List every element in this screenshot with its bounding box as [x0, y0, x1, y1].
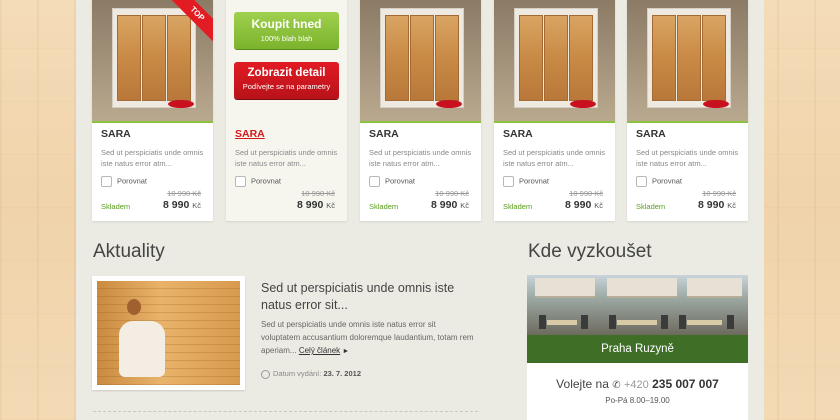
compare-checkbox[interactable]: Porovnat: [235, 176, 281, 187]
stock-status: Skladem: [369, 202, 399, 211]
date-label: Datum vydání:: [273, 369, 322, 378]
product-description: Sed ut perspiciatis unde omnis iste natu…: [235, 148, 338, 168]
product-image[interactable]: [494, 0, 615, 123]
show-detail-sublabel: Podívejte se na parametry: [242, 82, 331, 91]
checkbox-icon[interactable]: [636, 176, 647, 187]
checkbox-icon[interactable]: [503, 176, 514, 187]
location-image[interactable]: [527, 275, 748, 335]
product-image[interactable]: [360, 0, 481, 123]
news-date: Datum vydání: 23. 7. 2012: [261, 369, 361, 379]
compare-label: Porovnat: [652, 176, 683, 186]
phone-prefix: +420: [623, 379, 649, 391]
buy-now-sublabel: 100% blah blah: [260, 34, 313, 43]
news-excerpt-text: Sed ut perspiciatis unde omnis iste natu…: [261, 320, 474, 355]
old-price: 10 990 Kč: [435, 189, 469, 198]
compare-label: Porovnat: [117, 176, 148, 186]
product-card[interactable]: SARA Sed ut perspiciatis unde omnis iste…: [494, 0, 615, 221]
compare-checkbox[interactable]: Porovnat: [503, 176, 549, 187]
product-card[interactable]: SARA Sed ut perspiciatis unde omnis iste…: [627, 0, 748, 221]
product-image[interactable]: TOP: [92, 0, 213, 123]
product-name[interactable]: SARA: [235, 128, 265, 140]
checkbox-icon[interactable]: [101, 176, 112, 187]
content-area: TOP SARA Sed ut perspiciatis unde omnis …: [76, 0, 764, 420]
stock-status: Skladem: [503, 202, 533, 211]
news-headline[interactable]: Sed ut perspiciatis unde omnis iste natu…: [261, 280, 481, 314]
compare-checkbox[interactable]: Porovnat: [369, 176, 415, 187]
compare-label: Porovnat: [251, 176, 282, 186]
sauna-illustration: [514, 8, 598, 108]
sauna-illustration: [112, 8, 196, 108]
product-description: Sed ut perspiciatis unde omnis iste natu…: [369, 148, 472, 168]
compare-label: Porovnat: [519, 176, 550, 186]
news-excerpt: Sed ut perspiciatis unde omnis iste natu…: [261, 318, 476, 358]
old-price: 10 990 Kč: [301, 189, 335, 198]
buy-now-label: Koupit hned: [251, 17, 322, 31]
checkbox-icon[interactable]: [369, 176, 380, 187]
divider: [93, 411, 478, 412]
product-price: 8 990 Kč: [297, 199, 335, 211]
old-price: 10 990 Kč: [167, 189, 201, 198]
show-detail-button[interactable]: Zobrazit detail Podívejte se na parametr…: [234, 62, 339, 99]
product-card[interactable]: Koupit hned 100% blah blah Zobrazit deta…: [226, 0, 347, 221]
stock-status: Skladem: [636, 202, 666, 211]
product-card[interactable]: TOP SARA Sed ut perspiciatis unde omnis …: [92, 0, 213, 221]
product-image[interactable]: [627, 0, 748, 123]
call-label: Volejte na: [556, 377, 609, 391]
product-name[interactable]: SARA: [101, 128, 131, 140]
product-description: Sed ut perspiciatis unde omnis iste natu…: [101, 148, 204, 168]
compare-checkbox[interactable]: Porovnat: [636, 176, 682, 187]
show-detail-label: Zobrazit detail: [247, 67, 326, 79]
product-description: Sed ut perspiciatis unde omnis iste natu…: [503, 148, 606, 168]
product-price: 8 990 Kč: [565, 199, 603, 211]
product-description: Sed ut perspiciatis unde omnis iste natu…: [636, 148, 739, 168]
sauna-illustration: [380, 8, 464, 108]
product-price: 8 990 Kč: [698, 199, 736, 211]
product-name[interactable]: SARA: [503, 128, 533, 140]
compare-label: Porovnat: [385, 176, 416, 186]
product-card[interactable]: SARA Sed ut perspiciatis unde omnis iste…: [360, 0, 481, 221]
location-section-title: Kde vyzkoušet: [528, 241, 652, 262]
buy-now-button[interactable]: Koupit hned 100% blah blah: [234, 12, 339, 49]
old-price: 10 990 Kč: [702, 189, 736, 198]
phone-icon: ✆: [612, 380, 621, 391]
news-image[interactable]: [92, 276, 245, 390]
product-price: 8 990 Kč: [431, 199, 469, 211]
product-name[interactable]: SARA: [636, 128, 666, 140]
product-name[interactable]: SARA: [369, 128, 399, 140]
read-more-link[interactable]: Celý článek: [299, 346, 340, 355]
location-name-bar[interactable]: Praha Ruzyně: [527, 335, 748, 363]
compare-checkbox[interactable]: Porovnat: [101, 176, 147, 187]
product-price: 8 990 Kč: [163, 199, 201, 211]
sauna-illustration: [647, 8, 731, 108]
news-section-title: Aktuality: [93, 241, 165, 262]
clock-icon: [261, 369, 270, 379]
arrow-right-icon[interactable]: ►: [342, 348, 349, 355]
date-value: 23. 7. 2012: [323, 369, 361, 378]
old-price: 10 990 Kč: [569, 189, 603, 198]
stock-status: Skladem: [101, 202, 131, 211]
opening-hours: Po-Pá 8.00–19.00: [605, 396, 670, 405]
contact-box: Volejte na ✆ +420 235 007 007 Po-Pá 8.00…: [527, 363, 748, 420]
phone-number[interactable]: 235 007 007: [652, 377, 719, 391]
checkbox-icon[interactable]: [235, 176, 246, 187]
phone-line: Volejte na ✆ +420 235 007 007: [527, 377, 748, 391]
